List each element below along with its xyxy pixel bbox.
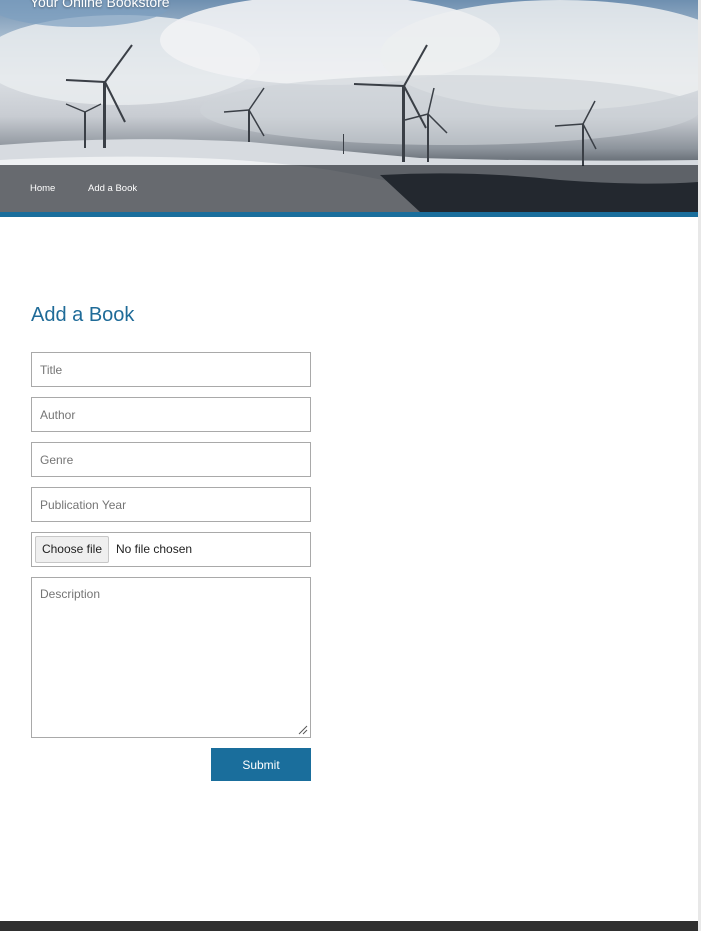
- submit-button[interactable]: Submit: [211, 748, 311, 781]
- page-title: Add a Book: [31, 304, 135, 326]
- nav-item-add-a-book[interactable]: Add a Book: [88, 183, 137, 194]
- publication-year-input[interactable]: [31, 487, 311, 522]
- choose-file-button[interactable]: Choose file: [35, 536, 109, 563]
- resize-handle-icon[interactable]: [298, 725, 308, 735]
- site-header: Your Online Bookstore Home Add a Book: [0, 0, 698, 212]
- description-textarea[interactable]: [31, 577, 311, 738]
- file-status-text: No file chosen: [116, 542, 193, 556]
- nav-item-home[interactable]: Home: [30, 183, 55, 194]
- main-navbar: Home Add a Book: [0, 165, 698, 212]
- site-footer: [0, 921, 698, 931]
- author-input[interactable]: [31, 397, 311, 432]
- header-accent-bar: [0, 212, 698, 217]
- title-input[interactable]: [31, 352, 311, 387]
- genre-input[interactable]: [31, 442, 311, 477]
- site-title: Your Online Bookstore: [30, 0, 170, 10]
- file-upload-field: Choose file No file chosen: [31, 532, 311, 567]
